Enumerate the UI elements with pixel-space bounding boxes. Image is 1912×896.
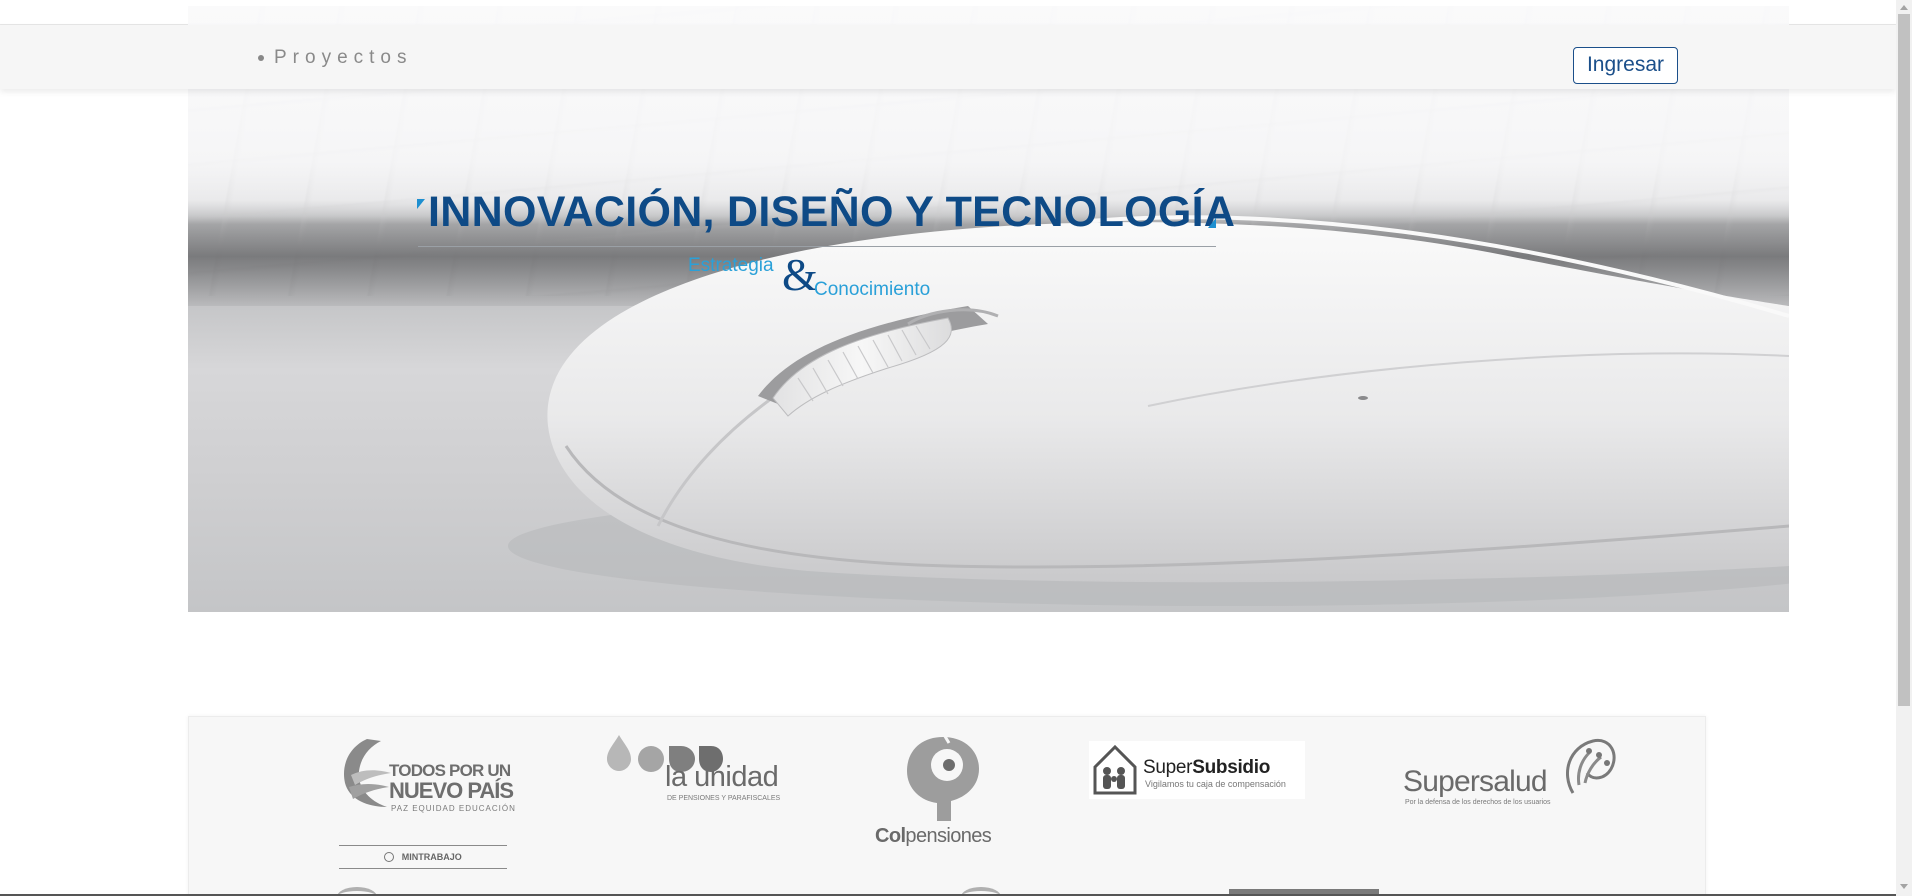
logo-supersubsidio[interactable]: SuperSubsidio Vigilamos tu caja de compe… [1089,741,1305,799]
headline-divider [418,246,1216,247]
nuevo-pais-emblem-icon [343,739,391,807]
logo-la-unidad[interactable]: la unidad DE PENSIONES Y PARAFISCALES [605,733,785,813]
logo-text-light: Super [1143,757,1193,778]
scrollbar-thumb[interactable] [1898,14,1910,706]
logo-text-line2: NUEVO PAÍS [389,778,514,803]
house-family-icon [1093,744,1137,795]
nav-item-proyectos[interactable]: Proyectos [258,47,412,69]
logo-text-rest: pensiones [905,825,992,847]
logo-colpensiones[interactable]: Colpensiones [875,733,1005,853]
scroll-down-arrow-icon[interactable] [1900,884,1908,889]
hero-ampersand: & [782,249,818,300]
logo-todos-por-un-nuevo-pais[interactable]: TODOS POR UN NUEVO PAÍS PAZ EQUIDAD EDUC… [337,735,527,869]
page-scrollbar[interactable] [1896,0,1912,896]
coat-of-arms-icon [384,852,395,862]
computer-mouse-image [508,215,1789,606]
logo-supersalud[interactable]: Supersalud Por la defensa de los derecho… [1403,733,1623,813]
headline-accent-right [1208,218,1216,228]
logo-tagline: Vigilamos tu caja de compensación [1145,779,1286,789]
logo-tagline: Por la defensa de los derechos de los us… [1405,799,1551,806]
headline-accent-left [417,199,425,209]
logo-text-bold: Col [875,825,906,847]
supersalud-swirl-icon [1566,738,1616,794]
logo-footer-text: MINTRABAJO [401,852,462,862]
bullet-icon [258,55,264,61]
logo-tagline: PAZ EQUIDAD EDUCACIÓN [391,804,516,813]
logo-text-bold: Subsidio [1192,757,1271,778]
scroll-up-arrow-icon[interactable] [1900,5,1908,10]
hero-banner [188,6,1789,612]
login-button[interactable]: Ingresar [1573,47,1678,84]
colpensiones-emblem-icon [907,733,979,821]
hero-headline: INNOVACIÓN, DISEÑO Y TECNOLOGÍA [428,188,1236,236]
top-navbar: Proyectos Ingresar [0,25,1896,89]
hero-subtitle-conocimiento: Conocimiento [814,279,931,300]
logo-tagline: DE PENSIONES Y PARAFISCALES [667,795,781,802]
logo-text-main: Supersalud [1403,765,1548,798]
logo-text-main: la unidad [665,761,779,793]
nav-item-label: Proyectos [274,47,413,68]
partner-logos-panel: TODOS POR UN NUEVO PAÍS PAZ EQUIDAD EDUC… [188,716,1706,896]
hero-subtitle-estrategia: Estrategia [688,255,774,276]
